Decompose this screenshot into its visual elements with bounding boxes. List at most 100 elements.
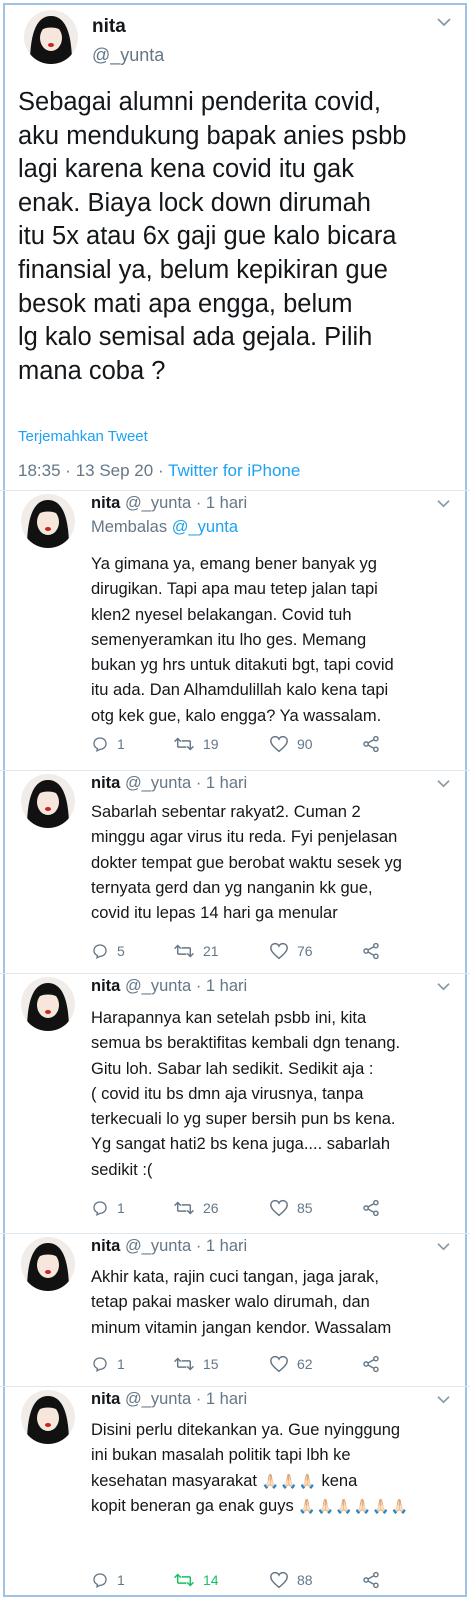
retweet-button[interactable]: 21 [173,940,219,962]
reply-time: 1 hari [205,1237,248,1255]
folded-hands-emoji: 🙏🏻🙏🏻🙏🏻🙏🏻🙏🏻🙏🏻 [298,1497,409,1514]
main-tweet: nita @_yunta Sebagai alumni penderita co… [0,0,470,490]
reply-count: 1 [117,1356,125,1372]
author-handle[interactable]: @_yunta [125,1390,191,1408]
chevron-down-icon[interactable] [436,16,452,28]
reply-button[interactable]: 1 [91,1353,125,1375]
reply-count: 1 [117,736,125,752]
avatar[interactable] [21,977,75,1031]
reply-text: Harapannya kan setelah psbb ini, kita se… [91,1009,401,1179]
meta-separator: · [195,977,202,995]
reply-header: nita @_yunta · 1 hari [91,774,247,793]
share-button[interactable] [361,733,381,755]
share-button[interactable] [361,940,381,962]
reply-icon [93,944,107,959]
retweet-icon [174,1573,194,1587]
author-name[interactable]: nita [91,1237,120,1255]
reply-icon [93,737,107,752]
share-icon [363,1571,379,1589]
avatar[interactable] [21,774,75,828]
meta-separator: · [195,494,202,512]
reply-icon [93,1357,107,1372]
like-icon [270,735,288,753]
reply-text-span: kesehatan masyarakat [91,1471,258,1490]
replying-to: Membalas @_yunta [91,518,238,537]
retweet-button[interactable]: 19 [173,733,219,755]
tweet-actions: 5 21 76 [91,940,421,962]
like-button[interactable]: 90 [269,733,313,755]
author-handle[interactable]: @_yunta [125,1237,191,1255]
like-icon [270,942,288,960]
share-button[interactable] [361,1197,381,1219]
reply-button[interactable]: 1 [91,733,125,755]
retweet-button[interactable]: 26 [173,1197,219,1219]
share-button[interactable] [361,1569,381,1591]
like-icon [270,1571,288,1589]
like-count: 76 [297,943,313,959]
retweet-icon [174,944,194,958]
like-button[interactable]: 76 [269,940,313,962]
share-button[interactable] [361,1353,381,1375]
author-name[interactable]: nita [91,494,120,512]
avatar[interactable] [21,494,75,548]
meta-separator: · [65,461,71,480]
meta-separator: · [157,461,164,480]
retweet-button[interactable]: 14 [173,1569,219,1591]
avatar[interactable] [21,1237,75,1291]
retweet-icon [174,1201,194,1215]
tweet-meta: 18:35 · 13 Sep 20 · Twitter for iPhone [18,461,300,481]
reply-header: nita @_yunta · 1 hari [91,1237,247,1256]
retweet-count: 19 [203,736,219,752]
reply-icon [93,1573,107,1588]
meta-separator: · [195,1390,202,1408]
reply-button[interactable]: 1 [91,1197,125,1219]
author-handle[interactable]: @_yunta [92,45,164,66]
share-icon [363,1355,379,1373]
folded-hands-emoji: 🙏🏻🙏🏻🙏🏻 [261,1472,317,1489]
like-button[interactable]: 88 [269,1569,313,1591]
author-name[interactable]: nita [91,1390,120,1408]
author-handle[interactable]: @_yunta [125,977,191,995]
author-name[interactable]: nita [92,16,126,38]
author-handle[interactable]: @_yunta [125,494,191,512]
author-name[interactable]: nita [91,774,120,792]
tweet-actions: 1 14 88 [91,1569,421,1591]
chevron-down-icon[interactable] [436,498,451,509]
chevron-down-icon[interactable] [436,778,451,789]
chevron-down-icon[interactable] [436,981,451,992]
retweet-icon [174,1357,194,1371]
like-button[interactable]: 85 [269,1197,313,1219]
chevron-down-icon[interactable] [436,1241,451,1252]
like-button[interactable]: 62 [269,1353,313,1375]
reply-text: Akhir kata, rajin cuci tangan, jaga jara… [91,1268,392,1337]
avatar[interactable] [21,1390,75,1444]
reply-text: Disini perlu ditekankan ya. Gue nyinggun… [91,1418,461,1519]
reply-button[interactable]: 1 [91,1569,125,1591]
retweet-count: 21 [203,943,219,959]
reply-text: Sabarlah sebentar rakyat2. Cuman 2 mingg… [91,803,402,923]
translate-tweet-link[interactable]: Terjemahkan Tweet [18,428,148,445]
divider [0,1386,470,1387]
reply-count: 5 [117,943,125,959]
reply-time: 1 hari [205,1390,248,1408]
author-name[interactable]: nita [91,977,120,995]
reply-text-line: kopit beneran ga enak guys 🙏🏻🙏🏻🙏🏻🙏🏻🙏🏻🙏🏻 [91,1494,461,1519]
share-icon [363,942,379,960]
tweet-source-link[interactable]: Twitter for iPhone [168,461,300,480]
chevron-down-icon[interactable] [436,1394,451,1405]
reply-count: 1 [117,1572,125,1588]
meta-separator: · [195,774,202,792]
reply-header: nita @_yunta · 1 hari [91,1390,247,1409]
reply-time: 1 hari [205,774,248,792]
like-count: 88 [297,1572,313,1588]
replying-to-handle[interactable]: @_yunta [172,518,238,536]
author-handle[interactable]: @_yunta [125,774,191,792]
reply-button[interactable]: 5 [91,940,125,962]
reply-text-line: Disini perlu ditekankan ya. Gue nyinggun… [91,1421,401,1439]
avatar[interactable] [24,10,78,64]
retweet-count: 15 [203,1356,219,1372]
reply-header: nita @_yunta · 1 hari [91,494,247,513]
tweet-actions: 1 15 62 [91,1353,421,1375]
retweet-button[interactable]: 15 [173,1353,219,1375]
reply-count: 1 [117,1200,125,1216]
